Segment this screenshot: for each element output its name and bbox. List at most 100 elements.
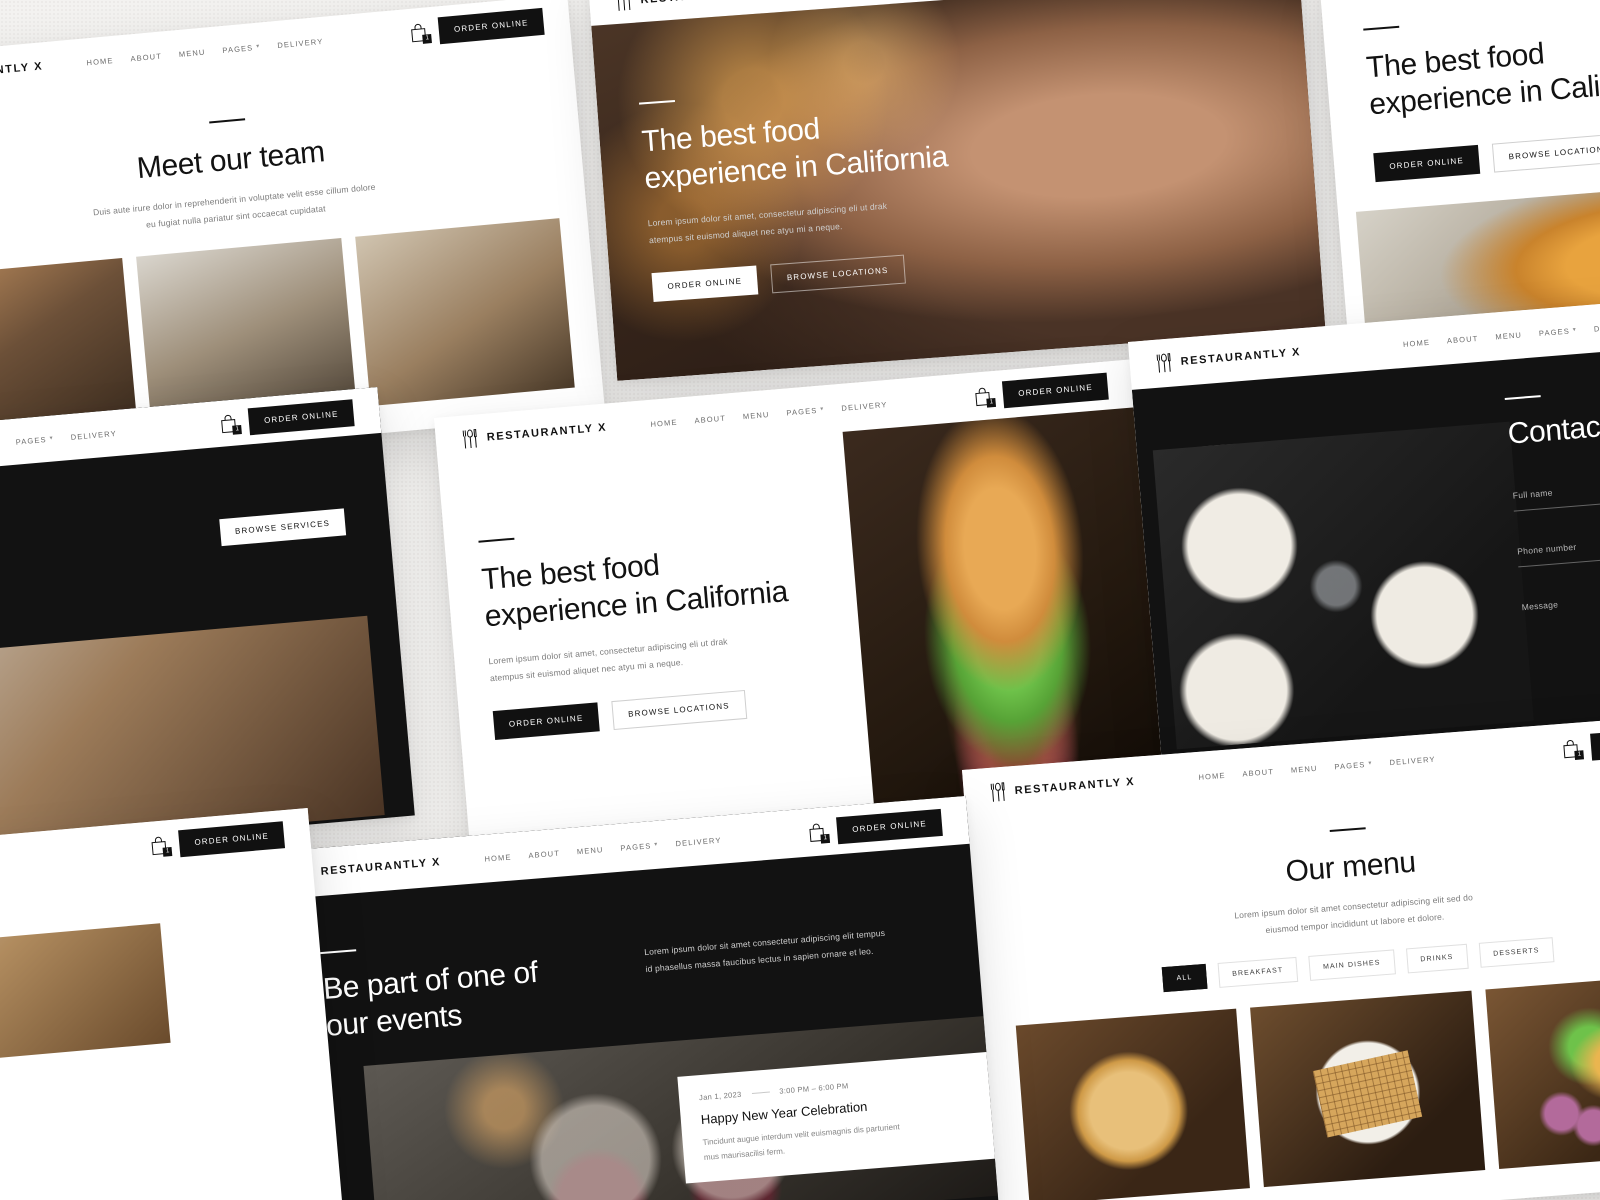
brand-logo[interactable]: RESTAURANTLY X [461,418,608,450]
nav-links[interactable]: HOME ABOUT MENU PAGES▾ DELIVERY [1198,754,1436,781]
blog-post[interactable]: April 23, 2022 o prepare a delicous lute… [0,856,335,1178]
nav-item-menu[interactable]: MENU [1291,763,1318,774]
events-feature: Jan 1, 2023 3:00 PM – 6:00 PM Happy New … [286,1016,1000,1200]
chevron-down-icon: ▾ [1572,326,1578,334]
nav-item-about[interactable]: ABOUT [694,413,726,425]
nav-item-about[interactable]: ABOUT [1447,333,1479,345]
nav-item-menu[interactable]: MENU [577,845,604,856]
nav-item-pages[interactable]: PAGES ▾ [15,434,55,447]
hero-cta-group[interactable]: ORDER ONLINE BROWSE LOCATIONS [1373,115,1600,183]
nav-links[interactable]: HOME ABOUT MENU PAGES▾ DELIVERY [1403,320,1600,348]
events-body: Lorem ipsum dolor sit amet consectetur a… [643,927,886,975]
brand-logo[interactable]: RESTAURANTLY X [295,852,442,884]
nav-item-delivery[interactable]: DELIVERY [1389,754,1436,767]
contact-heading: Contact [1506,409,1600,451]
nav-item-pages[interactable]: PAGES ▾ [620,840,659,852]
message-field[interactable]: Message [1521,578,1600,623]
hero-copy: The best food experience in California L… [638,72,1065,303]
nav-item-menu[interactable]: MENU [1495,330,1522,341]
phone-number-field[interactable]: Phone number [1516,521,1600,568]
order-online-button[interactable]: ORDER ONLINE [1373,145,1480,183]
brand-logo[interactable]: RESTAURANTLY X [615,0,762,12]
nav-links[interactable]: HOME ABOUT MENU PAGES▾ DELIVERY [0,428,117,458]
menu-filter-drinks[interactable]: DRINKS [1405,943,1469,974]
order-online-button[interactable]: ORDER ONLINE [492,702,600,741]
nav-item-home[interactable]: HOME [1403,337,1431,348]
nav-item-home[interactable]: HOME [650,417,678,428]
nav-item-delivery[interactable]: DELIVERY [675,835,722,848]
order-online-button[interactable]: ORDER ONLINE [247,398,355,435]
order-online-button[interactable]: ORDER ONLINE [1002,372,1109,408]
nav-item-delivery[interactable]: DELIVERY [277,36,324,49]
nav-actions[interactable]: 1 ORDER ONLINE [807,808,943,846]
order-online-button[interactable]: ORDER ONLINE [651,265,759,303]
brand-logo[interactable]: RESTAURANTLY X [989,772,1136,803]
browse-locations-button[interactable]: BROWSE LOCATIONS [769,254,906,294]
nav-item-menu[interactable]: MENU [742,409,769,420]
nav-item-pages[interactable]: PAGES ▾ [222,42,261,55]
section-rule [1504,395,1541,400]
nav-actions[interactable]: 1 ORDER ONLINE [409,7,545,46]
hero-body: Lorem ipsum dolor sit amet, consectetur … [647,200,888,246]
cart-count-badge: 1 [820,833,831,844]
nav-item-menu[interactable]: MENU [178,47,205,58]
menu-item-photo-waffles[interactable] [1250,990,1485,1188]
brand-logo[interactable]: RESTAURANTLY X [0,56,44,89]
order-online-button[interactable]: ORDER ONLINE [1590,725,1600,761]
hero-cta-group[interactable]: ORDER ONLINE BROWSE LOCATIONS [651,243,1065,303]
shopping-bag-icon[interactable]: 1 [409,22,433,44]
shopping-bag-icon[interactable]: 1 [1562,738,1585,760]
blog-photo [0,923,172,1081]
browse-locations-button[interactable]: BROWSE LOCATIONS [1491,133,1600,173]
card-our-menu[interactable]: RESTAURANTLY X HOME ABOUT MENU PAGES ▾ DE… [962,711,1600,1200]
card-services[interactable]: RESTAURANTLY X HOME ABOUT MENU PAGES▾ DE… [0,386,415,877]
nav-item-delivery[interactable]: DELIVERY [1594,320,1600,333]
chevron-down-icon: ▾ [654,841,659,848]
order-online-button[interactable]: ORDER ONLINE [178,820,285,857]
menu-item-photo-pizza[interactable] [1015,1008,1251,1200]
nav-item-home[interactable]: HOME [484,852,512,863]
nav-item-delivery[interactable]: DELIVERY [70,428,117,441]
card-contact[interactable]: RESTAURANTLY X HOME ABOUT MENU PAGES ▾ DE… [1128,290,1600,781]
nav-item-about[interactable]: ABOUT [130,51,162,63]
brand-name: RESTAURANTLY X [1014,775,1136,797]
nav-item-delivery[interactable]: DELIVERY [841,400,888,413]
menu-item-photo-burger[interactable] [1485,972,1600,1169]
shopping-bag-icon[interactable]: 1 [974,386,997,408]
nav-item-home[interactable]: HOME [1198,770,1226,781]
browse-locations-button[interactable]: BROWSE LOCATIONS [611,690,747,731]
shopping-bag-icon[interactable]: 1 [150,835,173,857]
nav-links[interactable]: HOME ABOUT MENU PAGES▾ DELIVERY [484,835,722,863]
nav-actions[interactable]: 1 ORDER ONLINE [973,372,1109,410]
brand-name: RESTAURANTLY X [1180,346,1302,368]
card-blog[interactable]: RESTAURANTLY X DELIVERY 1 ORDER ONLINE A… [0,807,345,1200]
nav-actions[interactable]: 1 ORDER ONLINE [1561,725,1600,762]
collage-canvas: RESTAURANTLY X HOME ABOUT MENU PAGES ▾ DE… [0,0,1600,1200]
chevron-down-icon: ▾ [49,435,55,442]
brand-logo[interactable]: RESTAURANTLY X [1155,342,1302,374]
nav-links[interactable]: HOME ABOUT MENU PAGES▾ DELIVERY [650,400,888,429]
card-events[interactable]: RESTAURANTLY X HOME ABOUT MENU PAGES ▾ DE… [268,795,1000,1200]
nav-item-pages[interactable]: PAGES ▾ [1539,325,1578,337]
chevron-down-icon: ▾ [255,43,261,50]
shopping-bag-icon[interactable]: 1 [808,822,831,844]
shopping-bag-icon[interactable]: 1 [219,413,243,435]
nav-item-home[interactable]: HOME [86,55,114,66]
card-hero-dark[interactable]: RESTAURANTLY X HOME ABOUT MENU PAGES▾ DE… [588,0,1326,381]
order-online-button[interactable]: ORDER ONLINE [437,7,545,44]
nav-item-about[interactable]: ABOUT [1242,767,1274,778]
hero-cta-group[interactable]: ORDER ONLINE BROWSE LOCATIONS [492,683,836,741]
nav-item-pages[interactable]: PAGES ▾ [1334,759,1373,771]
browse-services-button[interactable]: BROWSE SERVICES [218,508,347,547]
cutlery-icon [990,782,1005,802]
nav-actions[interactable]: 1 ORDER ONLINE [149,820,285,860]
cart-count-badge: 1 [986,397,997,408]
full-name-field[interactable]: Full name [1511,466,1600,512]
nav-item-pages[interactable]: PAGES ▾ [786,405,825,417]
order-online-button[interactable]: ORDER ONLINE [836,808,943,844]
contact-form[interactable]: Contact Full name Phone number Message [1504,376,1600,623]
nav-item-about[interactable]: ABOUT [528,848,560,860]
nav-actions[interactable]: 1 ORDER ONLINE [219,398,355,438]
menu-filter-all[interactable]: ALL [1161,963,1208,993]
nav-links[interactable]: HOME ABOUT MENU PAGES▾ DELIVERY [86,36,324,67]
